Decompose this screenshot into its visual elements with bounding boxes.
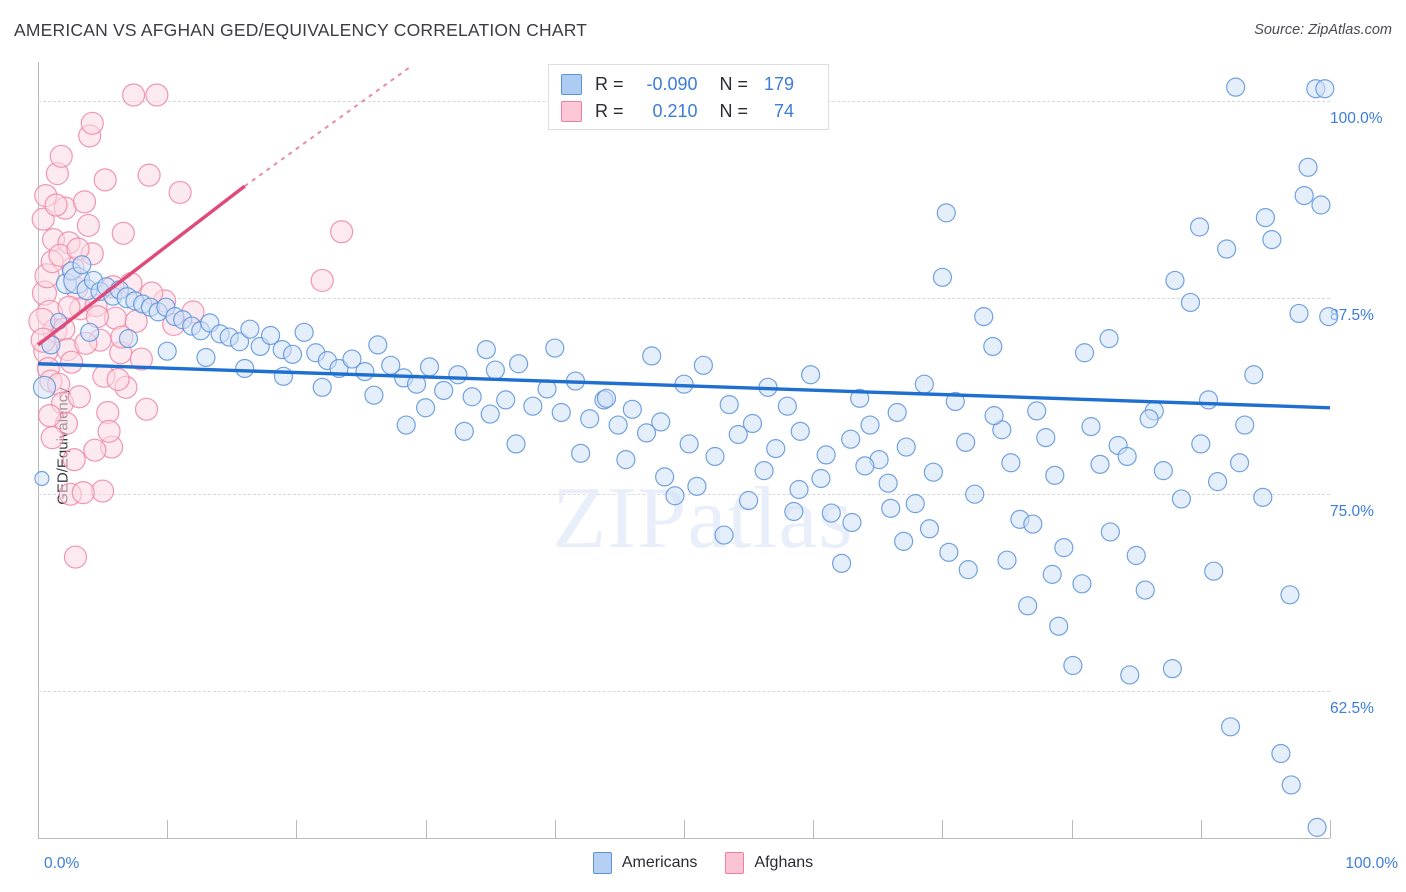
stats-row-afghans: R = 0.210 N = 74 <box>561 98 818 125</box>
x-tick-mark <box>296 820 298 838</box>
n-label-afghans: N = <box>719 101 749 121</box>
x-tick-mark <box>554 820 556 838</box>
series-legend-item-afghans[interactable]: Afghans <box>725 852 813 874</box>
y-tick-label: 87.5% <box>1330 306 1374 324</box>
gridline-y <box>38 494 1330 496</box>
x-tick-mark <box>1330 820 1331 838</box>
x-tick-mark <box>684 820 685 838</box>
x-tick-mark <box>942 820 944 838</box>
n-label-americans: N = <box>719 74 749 94</box>
page-title: AMERICAN VS AFGHAN GED/EQUIVALENCY CORRE… <box>14 20 588 40</box>
correlation-chart: AMERICAN VS AFGHAN GED/EQUIVALENCY CORRE… <box>0 0 1406 892</box>
r-label-afghans: R = <box>595 101 624 121</box>
r-value-americans: -0.090 <box>646 74 698 94</box>
r-value-afghans: 0.210 <box>652 101 698 121</box>
x-tick-mark <box>813 820 815 838</box>
y-tick-label: 75.0% <box>1330 503 1374 521</box>
legend-swatch-americans <box>561 74 582 95</box>
series-legend-item-americans[interactable]: Americans <box>592 852 698 874</box>
series-legend: Americans Afghans <box>0 852 1406 874</box>
gridline-y <box>38 690 1330 692</box>
r-label-americans: R = <box>595 74 624 94</box>
source-attribution: Source: ZipAtlas.com <box>1254 22 1392 38</box>
series-swatch-afghans <box>725 852 745 874</box>
series-label-afghans: Afghans <box>754 854 814 871</box>
x-tick-mark <box>425 820 427 838</box>
correlation-stats-legend: R = -0.090 N = 179 R = 0.210 N = 74 <box>548 64 829 130</box>
y-axis-title: GED/Equivalency <box>54 387 72 505</box>
x-tick-mark <box>1071 820 1073 838</box>
series-swatch-americans <box>592 852 612 874</box>
x-tick-mark <box>1200 820 1202 838</box>
plot-area <box>38 62 1330 838</box>
legend-swatch-afghans <box>561 101 582 122</box>
x-axis-line <box>38 838 1330 839</box>
n-value-afghans: 74 <box>774 101 795 121</box>
y-tick-label: 100.0% <box>1330 110 1383 128</box>
x-tick-mark <box>167 820 169 838</box>
gridline-y <box>38 297 1330 299</box>
stats-row-americans: R = -0.090 N = 179 <box>561 71 818 98</box>
n-value-americans: 179 <box>763 74 795 94</box>
y-tick-label: 62.5% <box>1330 699 1374 717</box>
series-label-americans: Americans <box>621 854 698 871</box>
